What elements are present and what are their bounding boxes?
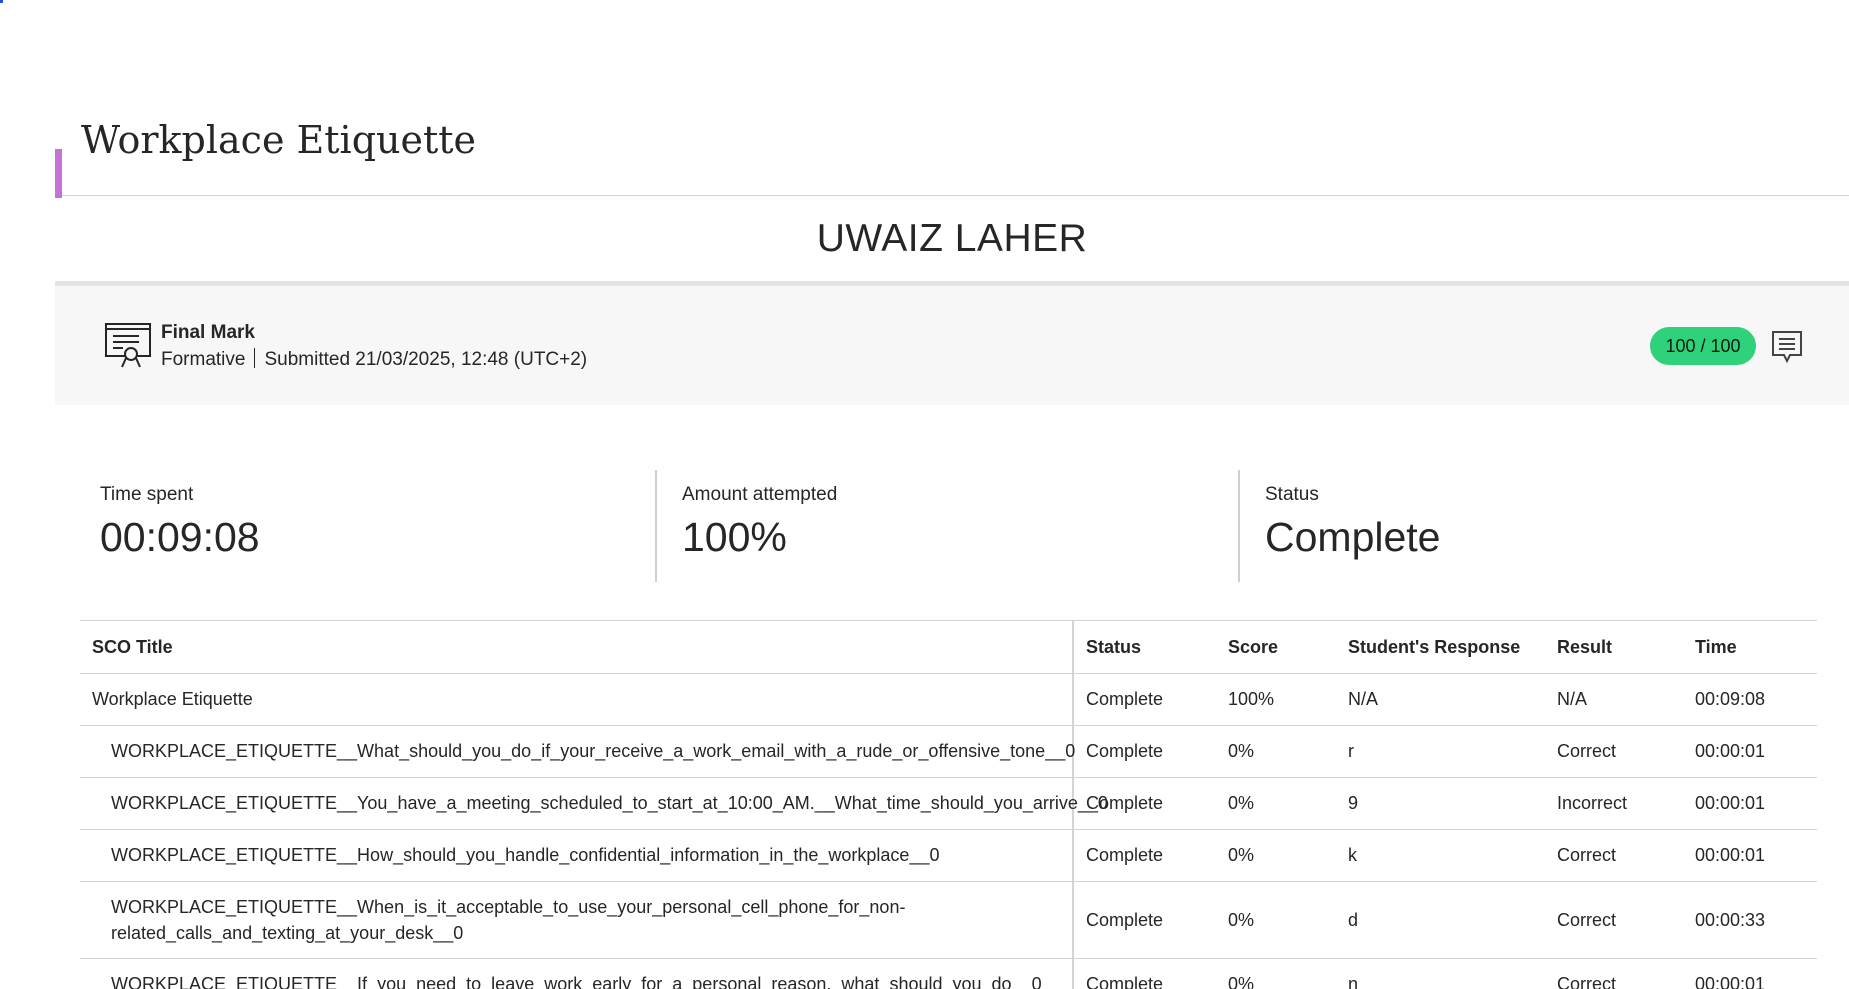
score-badge[interactable]: 100 / 100 — [1650, 327, 1756, 365]
cell-status: Complete — [1073, 673, 1216, 726]
cell-status: Complete — [1073, 958, 1216, 989]
table-header-row: SCO Title Status Score Student's Respons… — [80, 620, 1817, 674]
header-student-response: Student's Response — [1336, 620, 1545, 674]
comment-icon[interactable] — [1771, 330, 1803, 364]
stat-divider — [655, 470, 657, 582]
cell-time: 00:00:01 — [1683, 725, 1817, 778]
header-time: Time — [1683, 620, 1817, 674]
cell-sco-title: WORKPLACE_ETIQUETTE__You_have_a_meeting_… — [80, 777, 1108, 830]
sco-table: SCO Title Status Score Student's Respons… — [80, 620, 1817, 989]
cell-time: 00:00:01 — [1683, 958, 1817, 989]
stat-divider — [1238, 470, 1240, 582]
final-mark-details: Formative Submitted 21/03/2025, 12:48 (UT… — [161, 348, 587, 371]
stat-label: Status — [1265, 484, 1319, 505]
submitted-date: Submitted 21/03/2025, 12:48 (UTC+2) — [264, 349, 588, 370]
cell-response: 9 — [1336, 777, 1545, 830]
cell-score: 0% — [1216, 881, 1336, 959]
final-mark-label: Final Mark — [161, 322, 255, 343]
corner-marker — [0, 0, 3, 3]
table-row: WORKPLACE_ETIQUETTE__When_is_it_acceptab… — [80, 881, 1817, 959]
cell-score: 0% — [1216, 777, 1336, 830]
title-accent-bar — [55, 149, 62, 198]
cell-score: 0% — [1216, 958, 1336, 989]
sco-table-container: SCO Title Status Score Student's Respons… — [80, 620, 1817, 989]
stat-label: Amount attempted — [682, 484, 838, 505]
cell-status: Complete — [1073, 829, 1216, 882]
cell-response: r — [1336, 725, 1545, 778]
cell-time: 00:09:08 — [1683, 673, 1817, 726]
table-row: WORKPLACE_ETIQUETTE__If_you_need_to_leav… — [80, 958, 1817, 989]
cell-status: Complete — [1073, 725, 1216, 778]
student-name: UWAIZ LAHER — [55, 196, 1849, 286]
cell-score: 0% — [1216, 725, 1336, 778]
cell-result: Correct — [1545, 829, 1683, 882]
cell-status: Complete — [1073, 777, 1216, 830]
stat-label: Time spent — [100, 484, 194, 505]
cell-result: Correct — [1545, 958, 1683, 989]
stat-value: 00:09:08 — [100, 514, 260, 560]
cell-result: N/A — [1545, 673, 1683, 726]
header-status: Status — [1073, 620, 1216, 674]
page-title: Workplace Etiquette — [81, 118, 477, 162]
stat-value: 100% — [682, 514, 787, 560]
stat-value: Complete — [1265, 514, 1441, 560]
cell-sco-title: Workplace Etiquette — [80, 673, 1074, 726]
final-mark-panel: Final Mark Formative Submitted 21/03/2025… — [55, 286, 1849, 405]
cell-sco-title: WORKPLACE_ETIQUETTE__How_should_you_hand… — [80, 829, 1074, 882]
cell-time: 00:00:01 — [1683, 777, 1817, 830]
cell-time: 00:00:33 — [1683, 881, 1817, 959]
cell-sco-title: WORKPLACE_ETIQUETTE__What_should_you_do_… — [80, 725, 1075, 778]
cell-score: 0% — [1216, 829, 1336, 882]
table-row: WORKPLACE_ETIQUETTE__How_should_you_hand… — [80, 829, 1817, 882]
cell-response: k — [1336, 829, 1545, 882]
summary-stats: Time spent 00:09:08 Amount attempted 100… — [80, 470, 1816, 582]
cell-time: 00:00:01 — [1683, 829, 1817, 882]
cell-response: N/A — [1336, 673, 1545, 726]
certificate-icon — [105, 323, 151, 368]
cell-status: Complete — [1073, 881, 1216, 959]
grade-page: Workplace Etiquette UWAIZ LAHER Final Ma… — [0, 0, 1849, 989]
title-bar: Workplace Etiquette — [55, 115, 1849, 198]
cell-response: d — [1336, 881, 1545, 959]
table-row: Workplace Etiquette Complete 100% N/A N/… — [80, 673, 1817, 726]
header-sco-title: SCO Title — [80, 620, 1074, 674]
header-score: Score — [1216, 620, 1336, 674]
cell-result: Correct — [1545, 881, 1683, 959]
cell-result: Correct — [1545, 725, 1683, 778]
assessment-type: Formative — [161, 349, 246, 370]
separator — [254, 348, 256, 368]
cell-result: Incorrect — [1545, 777, 1683, 830]
table-row: WORKPLACE_ETIQUETTE__You_have_a_meeting_… — [80, 777, 1817, 830]
cell-sco-title: WORKPLACE_ETIQUETTE__If_you_need_to_leav… — [80, 958, 1074, 989]
cell-response: n — [1336, 958, 1545, 989]
header-result: Result — [1545, 620, 1683, 674]
cell-sco-title: WORKPLACE_ETIQUETTE__When_is_it_acceptab… — [80, 881, 1074, 959]
cell-score: 100% — [1216, 673, 1336, 726]
table-row: WORKPLACE_ETIQUETTE__What_should_you_do_… — [80, 725, 1817, 778]
